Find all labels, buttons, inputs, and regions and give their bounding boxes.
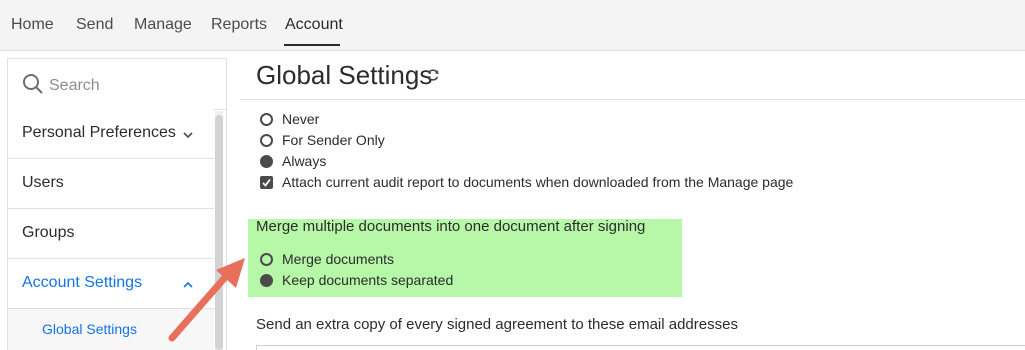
checkmark-icon bbox=[262, 178, 271, 187]
option-label: Merge documents bbox=[282, 251, 395, 267]
nav-send[interactable]: Send bbox=[76, 16, 113, 34]
option-label: Keep documents separated bbox=[282, 272, 454, 288]
radio-for-sender-only[interactable] bbox=[260, 134, 273, 147]
refresh-icon[interactable] bbox=[426, 68, 440, 82]
sidebar-item-label: Personal Preferences bbox=[22, 124, 176, 141]
sidebar-item-groups[interactable]: Groups bbox=[8, 209, 214, 259]
option-label: Always bbox=[282, 153, 327, 169]
nav-reports[interactable]: Reports bbox=[211, 16, 267, 34]
chevron-down-icon bbox=[183, 132, 193, 139]
option-label: For Sender Only bbox=[282, 132, 385, 148]
nav-home[interactable]: Home bbox=[11, 16, 54, 34]
radio-keep-separated[interactable] bbox=[260, 274, 273, 287]
radio-never[interactable] bbox=[260, 113, 273, 126]
nav-manage[interactable]: Manage bbox=[134, 16, 192, 34]
email-addresses-input[interactable] bbox=[256, 345, 1025, 350]
search-icon bbox=[23, 74, 43, 94]
radio-merge-documents[interactable] bbox=[260, 253, 273, 266]
radio-always[interactable] bbox=[260, 155, 273, 168]
top-navigation: Home Send Manage Reports Account bbox=[0, 0, 1025, 51]
sidebar-item-label: Groups bbox=[22, 224, 75, 241]
sidebar-item-personal-preferences[interactable]: Personal Preferences bbox=[8, 109, 214, 159]
attach-audit-label: Attach current audit report to documents… bbox=[282, 174, 794, 190]
sidebar-item-label: Account Settings bbox=[22, 274, 143, 291]
search-input[interactable]: Search bbox=[49, 77, 100, 95]
sidebar-subitem-label: Global Settings bbox=[42, 321, 137, 337]
attach-audit-checkbox[interactable] bbox=[260, 176, 273, 189]
sidebar-item-users[interactable]: Users bbox=[8, 159, 214, 209]
extra-copy-title: Send an extra copy of every signed agree… bbox=[256, 316, 738, 333]
annotation-arrow-icon bbox=[168, 258, 245, 342]
option-label: Never bbox=[282, 111, 320, 127]
header-divider bbox=[240, 99, 1025, 100]
active-tab-indicator bbox=[284, 44, 340, 46]
sidebar-item-label: Users bbox=[22, 174, 64, 191]
search-box[interactable]: Search bbox=[8, 59, 226, 110]
page-title: Global Settings bbox=[256, 60, 433, 90]
nav-account[interactable]: Account bbox=[285, 16, 343, 34]
merge-section-title: Merge multiple documents into one docume… bbox=[256, 218, 646, 235]
